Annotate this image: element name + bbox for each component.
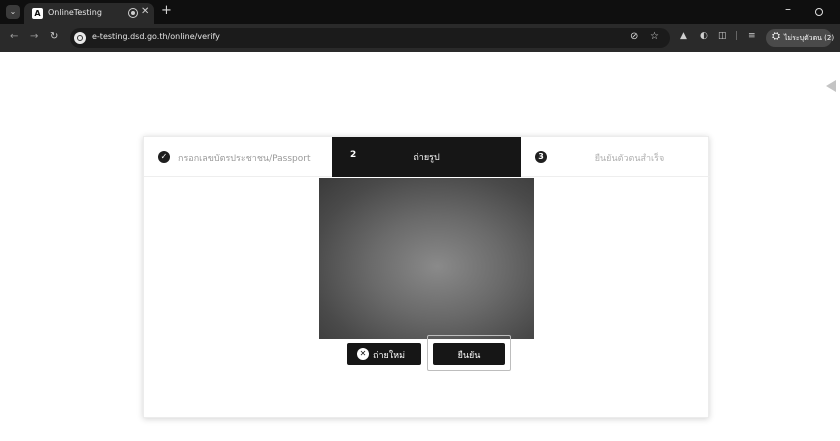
- eye-off-icon[interactable]: ⊘: [630, 31, 638, 42]
- url-text[interactable]: e-testing.dsd.go.th/online/verify: [92, 32, 220, 41]
- reload-icon[interactable]: ↻: [50, 31, 58, 42]
- confirm-button[interactable]: ยืนยัน: [433, 343, 505, 365]
- retake-label: ถ่ายใหม่: [373, 351, 406, 361]
- collapse-arrow-icon[interactable]: [826, 80, 836, 92]
- browser-tab[interactable]: A OnlineTesting ✕: [24, 3, 154, 24]
- browser-tab-bar: ⌄ A OnlineTesting ✕ + –: [0, 0, 840, 24]
- address-bar[interactable]: e-testing.dsd.go.th/online/verify ⊘ ☆: [70, 28, 670, 48]
- incognito-profile-button[interactable]: ⛭ ไม่ระบุตัวตน (2): [766, 29, 835, 47]
- media-icon[interactable]: ≡: [748, 31, 756, 41]
- new-tab-plus-icon[interactable]: +: [161, 3, 172, 18]
- step2-label: ถ่ายรูป: [413, 153, 440, 163]
- camera-preview: [319, 178, 534, 339]
- tab-search-chevron-down-icon[interactable]: ⌄: [6, 5, 20, 19]
- browser-toolbar: ← → ↻ e-testing.dsd.go.th/online/verify …: [0, 24, 840, 52]
- minimize-icon[interactable]: –: [785, 2, 791, 16]
- stepper: ✓ กรอกเลขบัตรประชาชน/Passport 2 ถ่ายรูป …: [144, 137, 710, 177]
- forward-icon[interactable]: →: [30, 31, 38, 42]
- check-circle-icon: ✓: [158, 151, 170, 163]
- tab-title: OnlineTesting: [48, 8, 102, 17]
- confirm-label: ยืนยัน: [457, 351, 481, 361]
- site-info-icon[interactable]: [74, 32, 86, 44]
- retake-button[interactable]: ✕ ถ่ายใหม่: [347, 343, 421, 365]
- step-id-entry: ✓ กรอกเลขบัตรประชาชน/Passport: [144, 137, 332, 177]
- tab-favicon: A: [32, 8, 43, 19]
- star-icon[interactable]: ☆: [650, 31, 659, 42]
- profile-label: ไม่ระบุตัวตน (2): [784, 34, 835, 42]
- close-circle-icon: ✕: [357, 348, 369, 360]
- verification-card: ✓ กรอกเลขบัตรประชาชน/Passport 2 ถ่ายรูป …: [143, 136, 710, 418]
- incognito-icon: ⛭: [772, 31, 780, 42]
- back-icon[interactable]: ←: [10, 31, 18, 42]
- close-tab-icon[interactable]: ✕: [141, 6, 149, 17]
- step-verify-success: 3 ยืนยันตัวตนสำเร็จ: [521, 137, 710, 177]
- extension-icon[interactable]: ◐: [700, 31, 708, 41]
- step3-label: ยืนยันตัวตนสำเร็จ: [594, 154, 665, 164]
- step1-label: กรอกเลขบัตรประชาชน/Passport: [178, 154, 311, 164]
- extension-icon[interactable]: ▲: [680, 31, 687, 41]
- divider: |: [735, 31, 739, 41]
- puzzle-icon[interactable]: ◫: [718, 31, 727, 41]
- restore-icon[interactable]: [815, 8, 823, 16]
- step-take-photo: 2 ถ่ายรูป: [332, 137, 521, 177]
- audio-icon[interactable]: [128, 8, 138, 18]
